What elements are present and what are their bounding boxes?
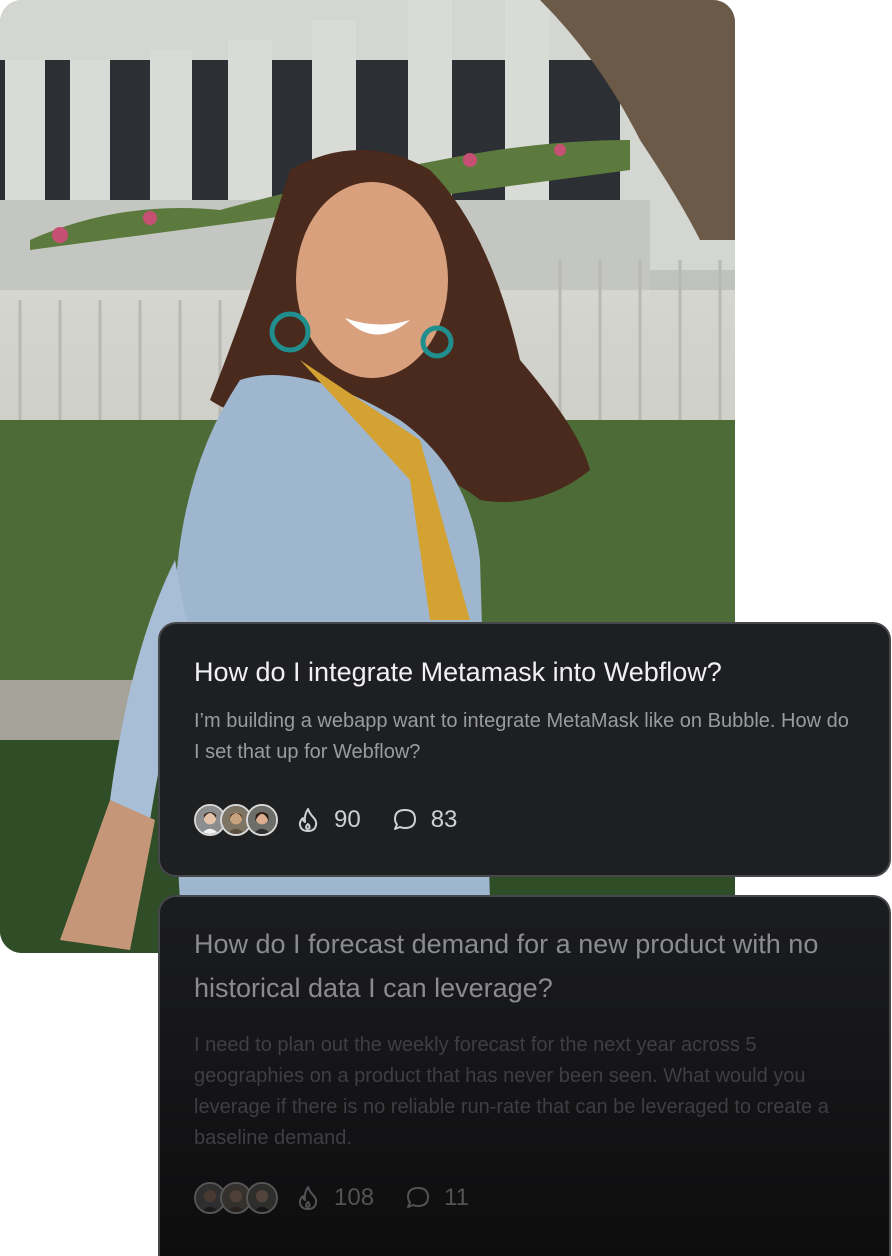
participant-avatars xyxy=(194,804,278,836)
avatar xyxy=(246,804,278,836)
question-title[interactable]: How do I forecast demand for a new produ… xyxy=(194,897,855,1010)
flame-icon xyxy=(294,1184,334,1212)
comments-count[interactable]: 83 xyxy=(391,806,458,834)
question-meta: 108 11 xyxy=(194,1182,499,1214)
comments-value: 83 xyxy=(430,806,458,833)
comments-count[interactable]: 11 xyxy=(404,1184,469,1212)
likes-value: 90 xyxy=(334,806,361,833)
likes-value: 108 xyxy=(334,1184,375,1211)
question-meta: 90 83 xyxy=(194,804,487,836)
question-body: I’m building a webapp want to integrate … xyxy=(194,710,849,763)
comments-value: 11 xyxy=(444,1184,469,1211)
participant-avatars xyxy=(194,1182,278,1214)
question-card[interactable]: How do I integrate Metamask into Webflow… xyxy=(158,622,891,877)
question-card[interactable]: How do I forecast demand for a new produ… xyxy=(158,895,891,1256)
speech-bubble-icon xyxy=(391,806,431,834)
likes-count[interactable]: 108 xyxy=(294,1184,374,1212)
flame-icon xyxy=(294,806,334,834)
question-body: I need to plan out the weekly forecast f… xyxy=(194,1034,829,1149)
speech-bubble-icon xyxy=(404,1184,444,1212)
likes-count[interactable]: 90 xyxy=(294,806,361,834)
question-title[interactable]: How do I integrate Metamask into Webflow… xyxy=(194,624,855,694)
avatar xyxy=(246,1182,278,1214)
